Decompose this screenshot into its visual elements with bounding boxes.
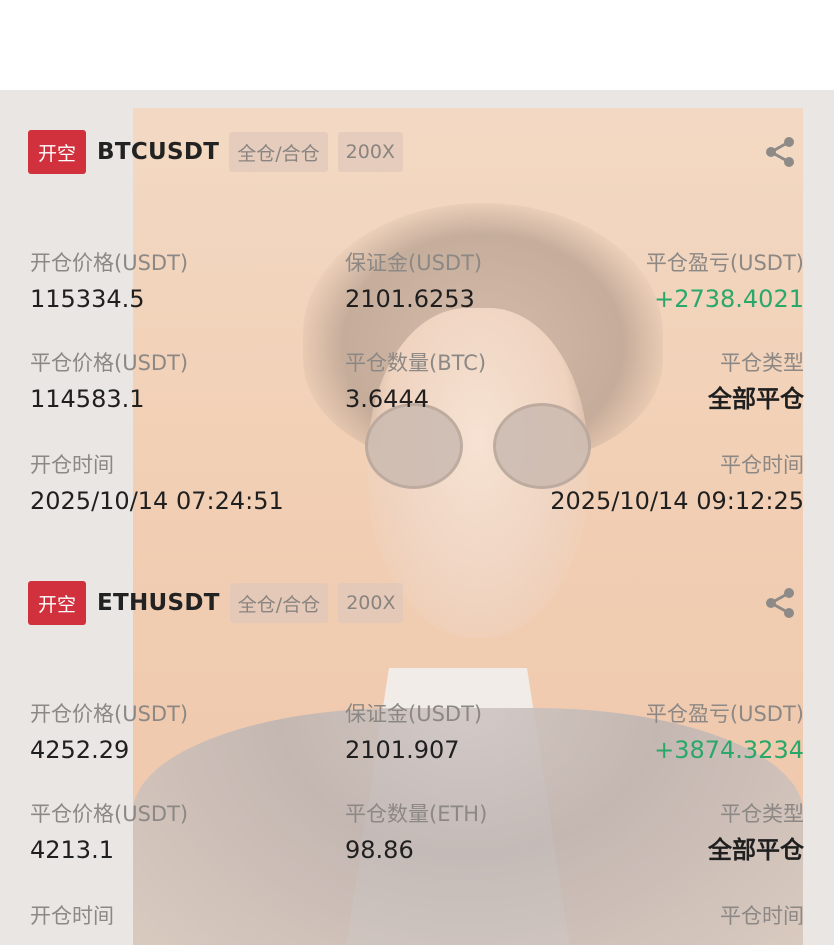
close-qty-field: 平仓数量(BTC) 3.6444 <box>345 350 486 414</box>
pnl-value: +2738.4021 <box>654 285 804 313</box>
leverage-chip: 200X <box>338 583 404 623</box>
top-blank-area <box>0 0 834 90</box>
margin-value: 2101.907 <box>345 736 460 764</box>
pnl-field: 平仓盈亏(USDT) +3874.3234 <box>646 701 804 765</box>
close-type-label: 平仓类型 <box>720 802 804 826</box>
close-price-field: 平仓价格(USDT) 114583.1 <box>30 350 188 414</box>
close-type-field: 平仓类型 全部平仓 <box>708 801 804 865</box>
close-price-label: 平仓价格(USDT) <box>30 802 189 826</box>
pnl-field: 平仓盈亏(USDT) +2738.4021 <box>646 250 804 314</box>
close-time-field: 平仓时间 <box>720 903 804 929</box>
close-time-label: 平仓时间 <box>720 453 804 477</box>
close-type-value: 全部平仓 <box>708 836 804 864</box>
card-header: 开空 BTCUSDT 全仓/合仓 200X <box>28 130 403 174</box>
close-price-label: 平仓价格(USDT) <box>30 351 189 375</box>
symbol-label: ETHUSDT <box>97 590 220 616</box>
close-qty-label: 平仓数量(ETH) <box>345 802 488 826</box>
open-time-label: 开仓时间 <box>30 453 114 477</box>
pnl-label: 平仓盈亏(USDT) <box>645 251 804 275</box>
pnl-value: +3874.3234 <box>654 736 804 764</box>
close-qty-label: 平仓数量(BTC) <box>345 351 487 375</box>
symbol-label: BTCUSDT <box>97 139 220 165</box>
margin-field: 保证金(USDT) 2101.6253 <box>345 250 482 314</box>
close-time-value: 2025/10/14 09:12:25 <box>550 487 804 515</box>
side-tag: 开空 <box>28 581 86 625</box>
open-time-field: 开仓时间 <box>30 903 114 929</box>
side-tag: 开空 <box>28 130 86 174</box>
margin-mode-chip: 全仓/合仓 <box>229 583 329 623</box>
open-time-value: 2025/10/14 07:24:51 <box>30 487 284 515</box>
share-icon[interactable] <box>762 585 798 621</box>
margin-mode-chip: 全仓/合仓 <box>229 132 328 172</box>
share-icon[interactable] <box>762 134 798 170</box>
margin-field: 保证金(USDT) 2101.907 <box>345 701 482 765</box>
card-header: 开空 ETHUSDT 全仓/合仓 200X <box>28 581 404 625</box>
margin-label: 保证金(USDT) <box>345 702 483 726</box>
close-type-value: 全部平仓 <box>708 385 804 413</box>
open-price-value: 115334.5 <box>30 285 145 313</box>
position-card-eth[interactable]: 开空 ETHUSDT 全仓/合仓 200X 开仓价格(USDT) 4252.29… <box>0 541 834 945</box>
open-price-value: 4252.29 <box>30 736 130 764</box>
close-time-label: 平仓时间 <box>720 904 804 928</box>
open-price-field: 开仓价格(USDT) 4252.29 <box>30 701 188 765</box>
close-qty-value: 98.86 <box>345 836 414 864</box>
open-time-field: 开仓时间 2025/10/14 07:24:51 <box>30 452 284 516</box>
leverage-chip: 200X <box>337 132 403 172</box>
pnl-label: 平仓盈亏(USDT) <box>645 702 804 726</box>
open-price-label: 开仓价格(USDT) <box>30 702 189 726</box>
close-time-field: 平仓时间 2025/10/14 09:12:25 <box>550 452 804 516</box>
close-qty-field: 平仓数量(ETH) 98.86 <box>345 801 487 865</box>
open-price-field: 开仓价格(USDT) 115334.5 <box>30 250 188 314</box>
margin-value: 2101.6253 <box>345 285 475 313</box>
close-type-field: 平仓类型 全部平仓 <box>708 350 804 414</box>
open-price-label: 开仓价格(USDT) <box>30 251 189 275</box>
close-qty-value: 3.6444 <box>345 385 429 413</box>
close-price-value: 114583.1 <box>30 385 145 413</box>
positions-panel: 开空 BTCUSDT 全仓/合仓 200X 开仓价格(USDT) 115334.… <box>0 90 834 945</box>
margin-label: 保证金(USDT) <box>345 251 483 275</box>
close-price-field: 平仓价格(USDT) 4213.1 <box>30 801 188 865</box>
position-card-btc[interactable]: 开空 BTCUSDT 全仓/合仓 200X 开仓价格(USDT) 115334.… <box>0 90 834 540</box>
open-time-label: 开仓时间 <box>30 904 114 928</box>
close-type-label: 平仓类型 <box>720 351 804 375</box>
close-price-value: 4213.1 <box>30 836 114 864</box>
